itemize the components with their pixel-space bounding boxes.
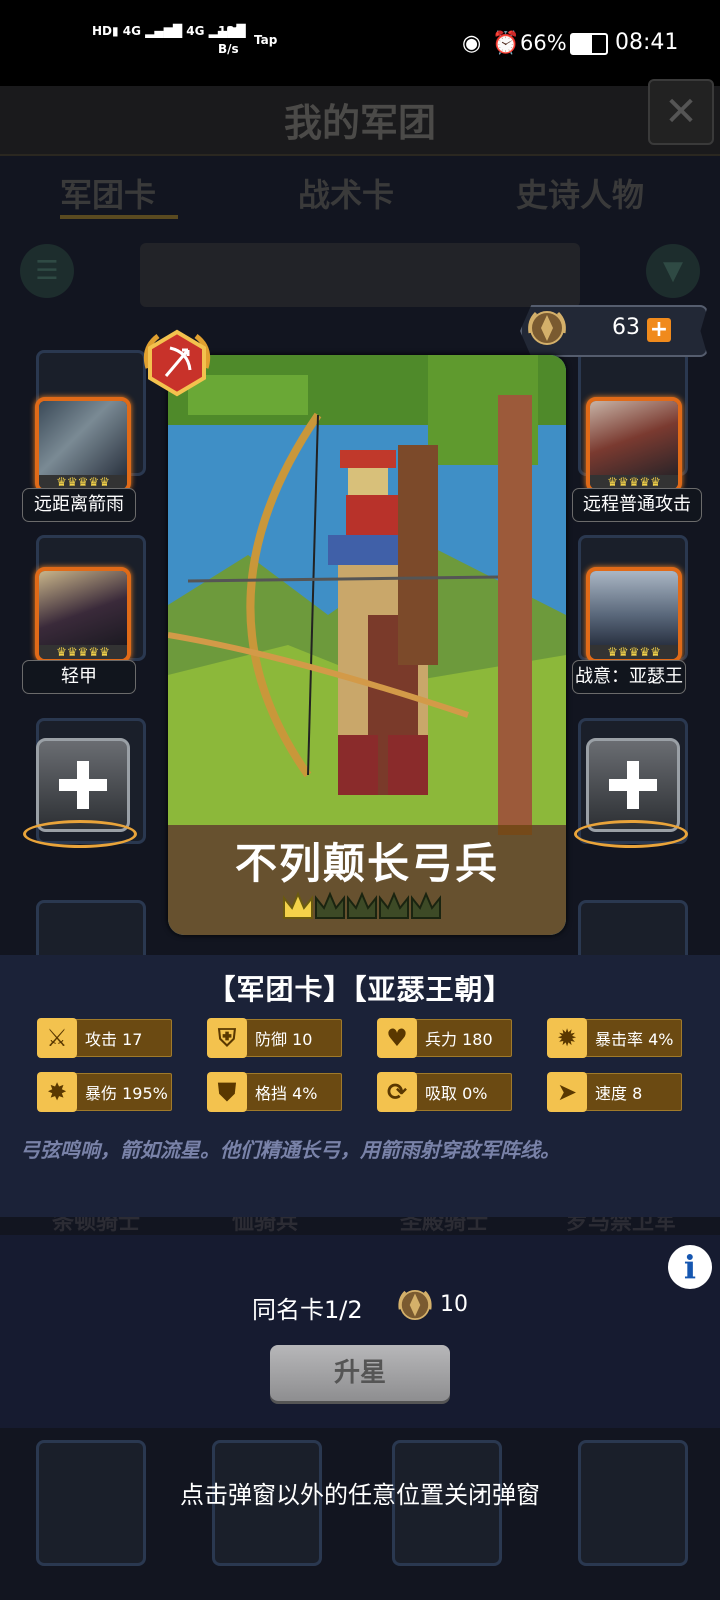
close-hint: 点击弹窗以外的任意位置关闭弹窗: [180, 1481, 540, 1509]
skill-slot-arthur-spirit[interactable]: ♛♛♛♛♛: [586, 567, 682, 663]
stat-crit-rate: ✹ 暴击率 4%: [547, 1018, 682, 1058]
skill-slot-ranged-attack[interactable]: ♛♛♛♛♛: [586, 397, 682, 493]
alarm-icon: ⏰: [492, 31, 520, 56]
archer-class-badge-icon: [143, 329, 211, 397]
net-speed-value: 139: [218, 24, 244, 38]
battery-icon: [570, 33, 608, 55]
add-currency-button[interactable]: +: [647, 318, 671, 342]
card-rank-crowns: [282, 888, 442, 926]
crown-empty-icon: [379, 891, 409, 919]
info-icon[interactable]: i: [668, 1245, 712, 1289]
plus-icon: [609, 761, 657, 809]
crown-filled-icon: [283, 891, 313, 919]
card-name: 不列颠长弓兵: [234, 839, 499, 888]
skill-slot-light-armor[interactable]: ♛♛♛♛♛: [35, 567, 131, 663]
star-up-button[interactable]: 升星: [270, 1345, 450, 1401]
skill-label: 轻甲: [22, 660, 136, 694]
drain-icon: ⟳: [377, 1072, 417, 1112]
close-icon[interactable]: ✕: [648, 79, 714, 145]
upgrade-cost: 10: [440, 1292, 468, 1317]
add-skill-button-right[interactable]: [586, 738, 680, 832]
block-icon: ⛊: [207, 1072, 247, 1112]
stat-block: ⛊ 格挡 4%: [207, 1072, 342, 1112]
slot-glow-ring: [574, 820, 688, 848]
card-flavor-text: 弓弦鸣响，箭如流星。他们精通长弓，用箭雨射穿敌军阵线。: [20, 1138, 560, 1162]
skill-crowns-icon: ♛♛♛♛♛: [39, 645, 127, 659]
battery-percent: 66%: [520, 31, 567, 55]
stat-troops: ♥ 兵力 180: [377, 1018, 512, 1058]
stat-attack: ⚔ 攻击 17: [37, 1018, 172, 1058]
skill-slot-arrow-rain[interactable]: ♛♛♛♛♛: [35, 397, 131, 493]
crown-empty-icon: [315, 891, 345, 919]
tab-legion-cards[interactable]: 军团卡: [60, 170, 156, 216]
stat-speed: ➤ 速度 8: [547, 1072, 682, 1112]
crown-empty-icon: [347, 891, 377, 919]
add-skill-button-left[interactable]: [36, 738, 130, 832]
list-icon[interactable]: ☰: [20, 244, 74, 298]
search-input[interactable]: [140, 243, 580, 307]
stat-crit-damage: ✸ 暴伤 195%: [37, 1072, 172, 1112]
filter-icon[interactable]: ▼: [646, 244, 700, 298]
tab-underline: [60, 215, 178, 219]
crown-empty-icon: [411, 891, 441, 919]
sword-icon: ⚔: [37, 1018, 77, 1058]
skill-label: 战意：亚瑟王: [572, 660, 686, 694]
stat-drain: ⟳ 吸取 0%: [377, 1072, 512, 1112]
shield-icon: ⛨: [207, 1018, 247, 1058]
background-title: 我的军团: [283, 101, 436, 145]
skill-crowns-icon: ♛♛♛♛♛: [590, 645, 678, 659]
skill-label: 远程普通攻击: [572, 488, 702, 522]
skill-crowns-icon: ♛♛♛♛♛: [39, 475, 127, 489]
eye-icon: ◉: [462, 31, 482, 56]
plus-icon: [59, 761, 107, 809]
tab-epic-heroes[interactable]: 史诗人物: [516, 170, 644, 216]
slot-glow-ring: [23, 820, 137, 848]
skill-crowns-icon: ♛♛♛♛♛: [590, 475, 678, 489]
heart-icon: ♥: [377, 1018, 417, 1058]
crit-icon: ✹: [547, 1018, 587, 1058]
stat-defense: ⛨ 防御 10: [207, 1018, 342, 1058]
skill-label: 远距离箭雨: [22, 488, 136, 522]
card-type: 【军团卡】【亚瑟王朝】: [207, 973, 513, 1006]
duplicate-card-count: 同名卡1/2: [252, 1296, 363, 1324]
laurel-emblem-icon: [398, 1290, 432, 1320]
tab-tactic-cards[interactable]: 战术卡: [298, 170, 394, 216]
clock: 08:41: [615, 30, 679, 55]
net-speed-unit: B/s: [218, 42, 239, 56]
app-tag: Tap: [254, 33, 278, 47]
boot-icon: ➤: [547, 1072, 587, 1112]
laurel-emblem-icon: [528, 311, 566, 345]
crit-damage-icon: ✸: [37, 1072, 77, 1112]
status-bar: HD▮ 4G ▂▄▆█ 4G ▂▄▆█ 139 B/s Tap ◉ ⏰ 66% …: [0, 0, 720, 86]
currency-value: 63: [612, 315, 640, 340]
